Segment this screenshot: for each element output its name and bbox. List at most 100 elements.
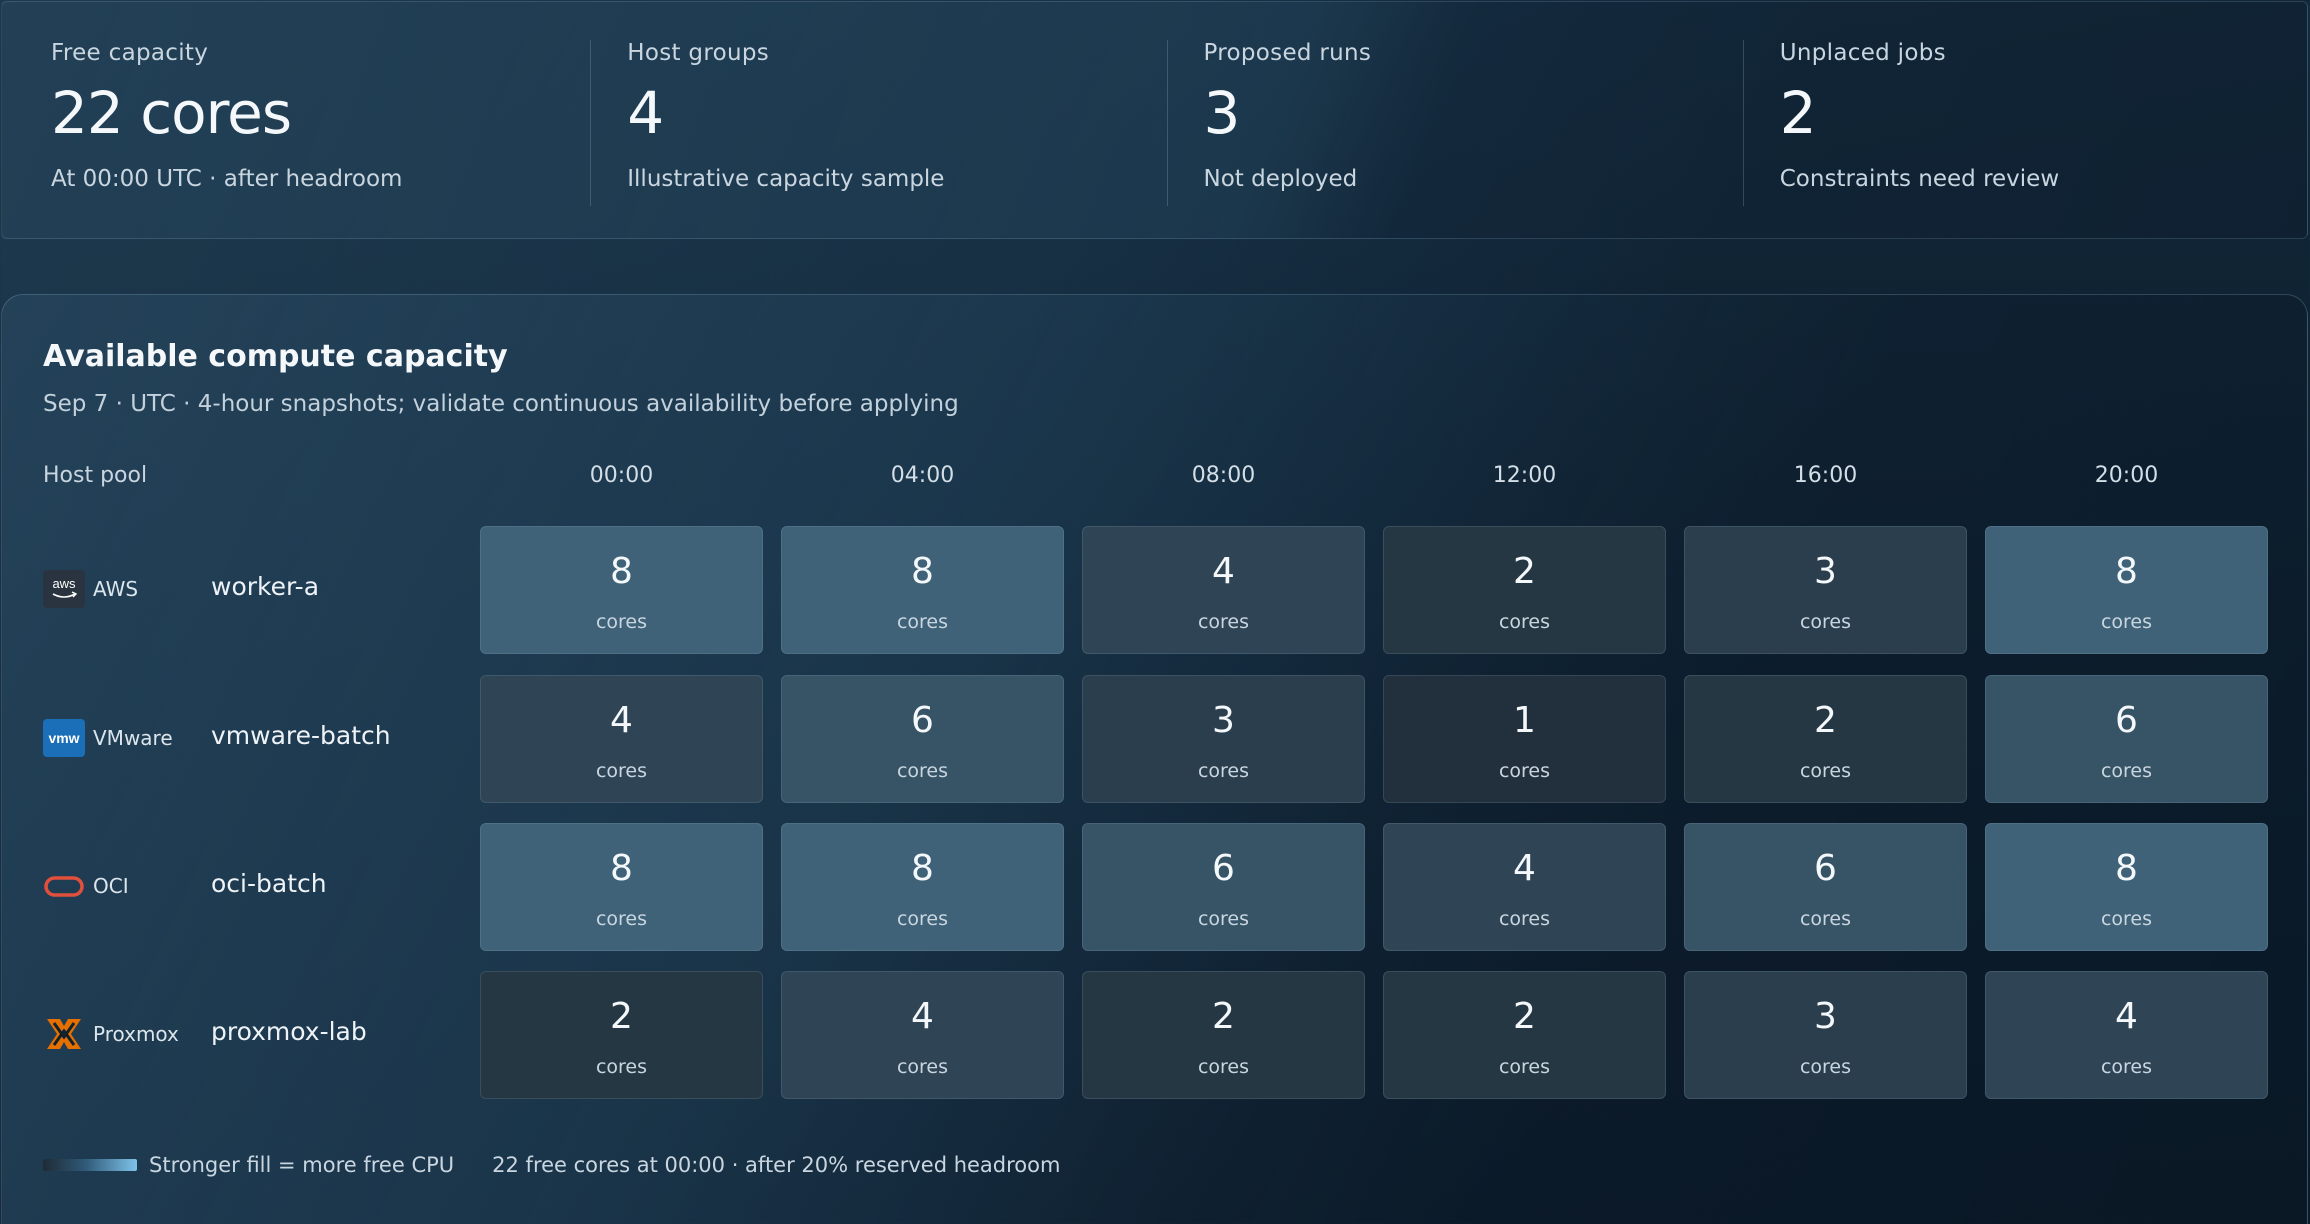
- stat-value: 22 cores: [51, 79, 292, 147]
- cell-unit-label: cores: [1799, 611, 1852, 633]
- capacity-cell[interactable]: 3 cores: [1684, 526, 1967, 654]
- capacity-cell[interactable]: 2 cores: [1082, 971, 1365, 1099]
- capacity-cell[interactable]: 2 cores: [480, 971, 763, 1099]
- provider-badge: Proxmox: [43, 1015, 179, 1053]
- capacity-cell[interactable]: 6 cores: [1082, 823, 1365, 951]
- stat-value: 4: [627, 79, 664, 147]
- capacity-cell[interactable]: 4 cores: [1082, 526, 1365, 654]
- time-column-header: 08:00: [1191, 463, 1256, 488]
- cell-core-count: 1: [1513, 700, 1536, 741]
- capacity-cell[interactable]: 8 cores: [1985, 823, 2268, 951]
- cell-core-count: 3: [1814, 551, 1837, 592]
- provider-name: Proxmox: [93, 1022, 179, 1046]
- time-column-header: 04:00: [890, 463, 955, 488]
- cell-core-count: 6: [1212, 848, 1235, 889]
- cell-core-count: 4: [911, 996, 934, 1037]
- panel-title: Available compute capacity: [43, 339, 508, 374]
- stat-value: 2: [1779, 79, 1817, 147]
- cell-unit-label: cores: [2100, 611, 2153, 633]
- provider-badge: OCI: [43, 867, 129, 905]
- cell-unit-label: cores: [1498, 908, 1551, 930]
- capacity-cell[interactable]: 4 cores: [1383, 823, 1666, 951]
- stat-host-groups: Host groups 4 Illustrative capacity samp…: [578, 2, 1154, 238]
- capacity-cell[interactable]: 6 cores: [781, 675, 1064, 803]
- host-pool-column-header: Host pool: [43, 463, 148, 488]
- capacity-cell[interactable]: 8 cores: [781, 526, 1064, 654]
- provider-name: VMware: [93, 726, 173, 750]
- cell-core-count: 2: [610, 996, 633, 1037]
- stat-subtext: Illustrative capacity sample: [627, 166, 945, 192]
- capacity-panel: Available compute capacity Sep 7 · UTC ·…: [1, 294, 2308, 1224]
- time-column-header: 20:00: [2094, 463, 2159, 488]
- cell-unit-label: cores: [1498, 1056, 1551, 1078]
- cell-unit-label: cores: [896, 1056, 949, 1078]
- cell-unit-label: cores: [1197, 611, 1250, 633]
- cell-unit-label: cores: [595, 908, 648, 930]
- stat-label: Free capacity: [51, 40, 209, 66]
- capacity-cell[interactable]: 3 cores: [1684, 971, 1967, 1099]
- time-column-header: 00:00: [589, 463, 654, 488]
- capacity-cell[interactable]: 8 cores: [480, 526, 763, 654]
- cell-core-count: 6: [1814, 848, 1837, 889]
- cell-core-count: 4: [2115, 996, 2138, 1037]
- cell-core-count: 2: [1513, 996, 1536, 1037]
- cell-unit-label: cores: [1197, 908, 1250, 930]
- cell-core-count: 8: [911, 848, 934, 889]
- capacity-cell[interactable]: 6 cores: [1985, 675, 2268, 803]
- cell-unit-label: cores: [1799, 1056, 1852, 1078]
- cell-unit-label: cores: [1197, 760, 1250, 782]
- capacity-cell[interactable]: 1 cores: [1383, 675, 1666, 803]
- host-row-worker-a: aws AWS worker-a 8 cores 8 cores 4 cores 2 cores 3 c…: [2, 526, 2309, 654]
- cell-unit-label: cores: [2100, 908, 2153, 930]
- cell-core-count: 4: [1212, 551, 1235, 592]
- time-column-header: 16:00: [1793, 463, 1858, 488]
- cell-core-count: 2: [1513, 551, 1536, 592]
- provider-name: AWS: [93, 577, 139, 601]
- cell-core-count: 2: [1212, 996, 1235, 1037]
- provider-badge: aws AWS: [43, 570, 138, 608]
- capacity-cell[interactable]: 4 cores: [1985, 971, 2268, 1099]
- cell-unit-label: cores: [595, 1056, 648, 1078]
- capacity-cell[interactable]: 8 cores: [781, 823, 1064, 951]
- cell-core-count: 6: [2115, 700, 2138, 741]
- capacity-cell[interactable]: 2 cores: [1383, 971, 1666, 1099]
- capacity-cell[interactable]: 2 cores: [1383, 526, 1666, 654]
- capacity-cell[interactable]: 4 cores: [480, 675, 763, 803]
- cell-unit-label: cores: [1498, 611, 1551, 633]
- summary-stats-bar: Free capacity 22 cores At 00:00 UTC · af…: [1, 1, 2308, 239]
- cell-unit-label: cores: [2100, 760, 2153, 782]
- capacity-cell[interactable]: 8 cores: [1985, 526, 2268, 654]
- cell-core-count: 2: [1814, 700, 1837, 741]
- stat-label: Proposed runs: [1203, 40, 1372, 66]
- stat-subtext: At 00:00 UTC · after headroom: [51, 166, 403, 192]
- cell-core-count: 4: [610, 700, 633, 741]
- cell-unit-label: cores: [1197, 1056, 1250, 1078]
- legend-gradient-swatch: [43, 1159, 137, 1171]
- cell-unit-label: cores: [595, 760, 648, 782]
- aws-logo-icon: aws: [43, 570, 85, 608]
- proxmox-logo-icon: [43, 1015, 85, 1053]
- capacity-cell[interactable]: 6 cores: [1684, 823, 1967, 951]
- cell-core-count: 4: [1513, 848, 1536, 889]
- host-name: proxmox-lab: [211, 1017, 367, 1046]
- cell-unit-label: cores: [896, 611, 949, 633]
- cell-core-count: 3: [1814, 996, 1837, 1037]
- capacity-cell[interactable]: 3 cores: [1082, 675, 1365, 803]
- host-name: oci-batch: [211, 869, 327, 898]
- vmware-logo-icon: vmw: [43, 719, 85, 757]
- host-row-proxmox-lab: Proxmox proxmox-lab 2 cores 4 cores 2 cores 2 cor…: [2, 971, 2309, 1099]
- legend: Stronger fill = more free CPU 22 free co…: [43, 1153, 1060, 1177]
- oracle-logo-icon: [43, 867, 85, 905]
- cell-unit-label: cores: [1799, 908, 1852, 930]
- cell-core-count: 8: [610, 551, 633, 592]
- cell-unit-label: cores: [896, 760, 949, 782]
- capacity-cell[interactable]: 2 cores: [1684, 675, 1967, 803]
- stat-label: Host groups: [627, 40, 770, 66]
- capacity-cell[interactable]: 4 cores: [781, 971, 1064, 1099]
- stat-subtext: Not deployed: [1203, 166, 1358, 192]
- provider-badge: vmw VMware: [43, 719, 173, 757]
- capacity-cell[interactable]: 8 cores: [480, 823, 763, 951]
- stat-unplaced-jobs: Unplaced jobs 2 Constraints need review: [1731, 2, 2307, 238]
- stat-subtext: Constraints need review: [1779, 166, 2060, 192]
- cell-core-count: 8: [610, 848, 633, 889]
